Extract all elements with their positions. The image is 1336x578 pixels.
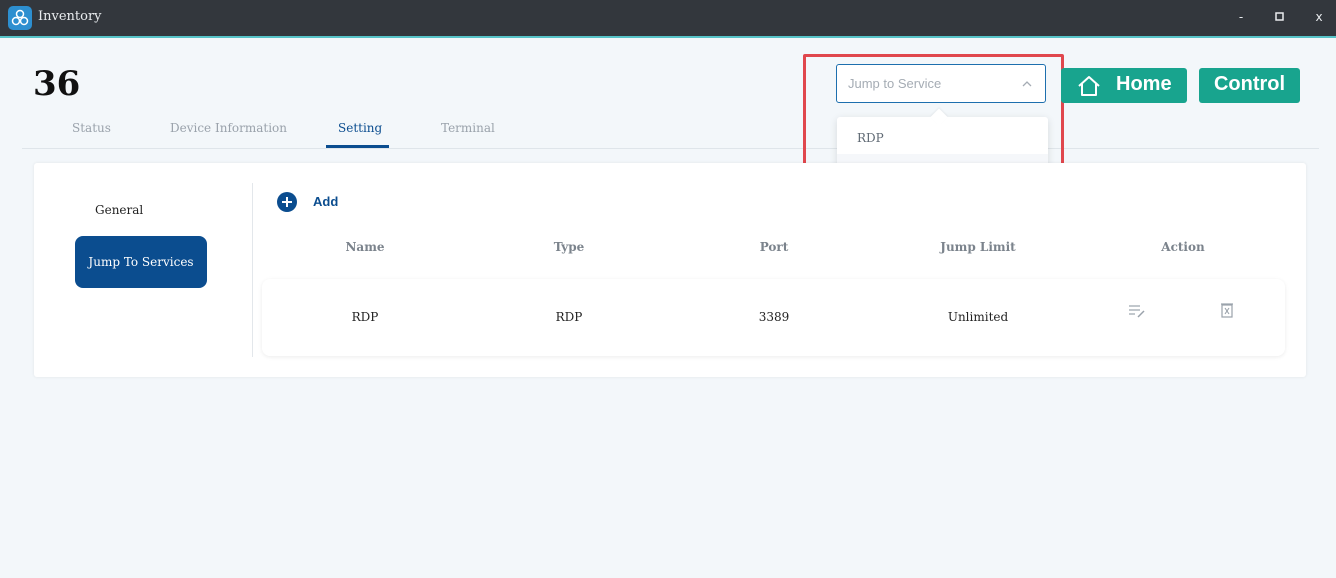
tab-status[interactable]: Status	[72, 121, 111, 135]
cell-type: RDP	[555, 310, 583, 324]
sidebar-item-jump-to-services[interactable]: Jump To Services	[75, 236, 207, 288]
minimize-button[interactable]: -	[1229, 7, 1253, 27]
home-button[interactable]: Home	[1061, 68, 1187, 103]
column-header-type: Type	[553, 240, 585, 254]
title-bar: Inventory - x	[0, 0, 1336, 38]
maximize-button[interactable]	[1268, 7, 1292, 27]
add-circle-icon[interactable]	[276, 191, 298, 213]
close-button[interactable]: x	[1307, 7, 1331, 27]
column-header-jump-limit: Jump Limit	[940, 240, 1016, 254]
cell-name: RDP	[351, 310, 379, 324]
delete-icon[interactable]	[1220, 302, 1234, 318]
home-button-label: Home	[1116, 73, 1172, 95]
sidebar-item-general[interactable]: General	[95, 203, 143, 217]
control-button-label: Control	[1213, 73, 1286, 95]
column-header-port: Port	[759, 240, 789, 254]
cell-port: 3389	[758, 310, 790, 324]
edit-icon[interactable]	[1128, 303, 1146, 319]
active-tab-indicator	[326, 145, 389, 148]
add-button[interactable]: Add	[313, 194, 338, 209]
tab-setting[interactable]: Setting	[338, 121, 382, 135]
app-logo-icon	[8, 6, 32, 30]
column-header-action: Action	[1161, 240, 1205, 254]
device-id-title: 36	[33, 64, 81, 104]
tab-bar: Status Device Information Setting Termin…	[22, 118, 1319, 149]
divider	[252, 183, 253, 357]
control-button[interactable]: Control	[1199, 68, 1300, 103]
table-row: RDP RDP 3389 Unlimited	[262, 279, 1285, 356]
tab-terminal[interactable]: Terminal	[441, 121, 495, 135]
settings-card: General Jump To Services Add Name Type P…	[34, 163, 1306, 377]
cell-jump-limit: Unlimited	[947, 310, 1009, 324]
window-title: Inventory	[38, 9, 102, 24]
column-header-name: Name	[345, 240, 385, 254]
home-icon	[1078, 76, 1100, 96]
tab-device-information[interactable]: Device Information	[170, 121, 287, 135]
